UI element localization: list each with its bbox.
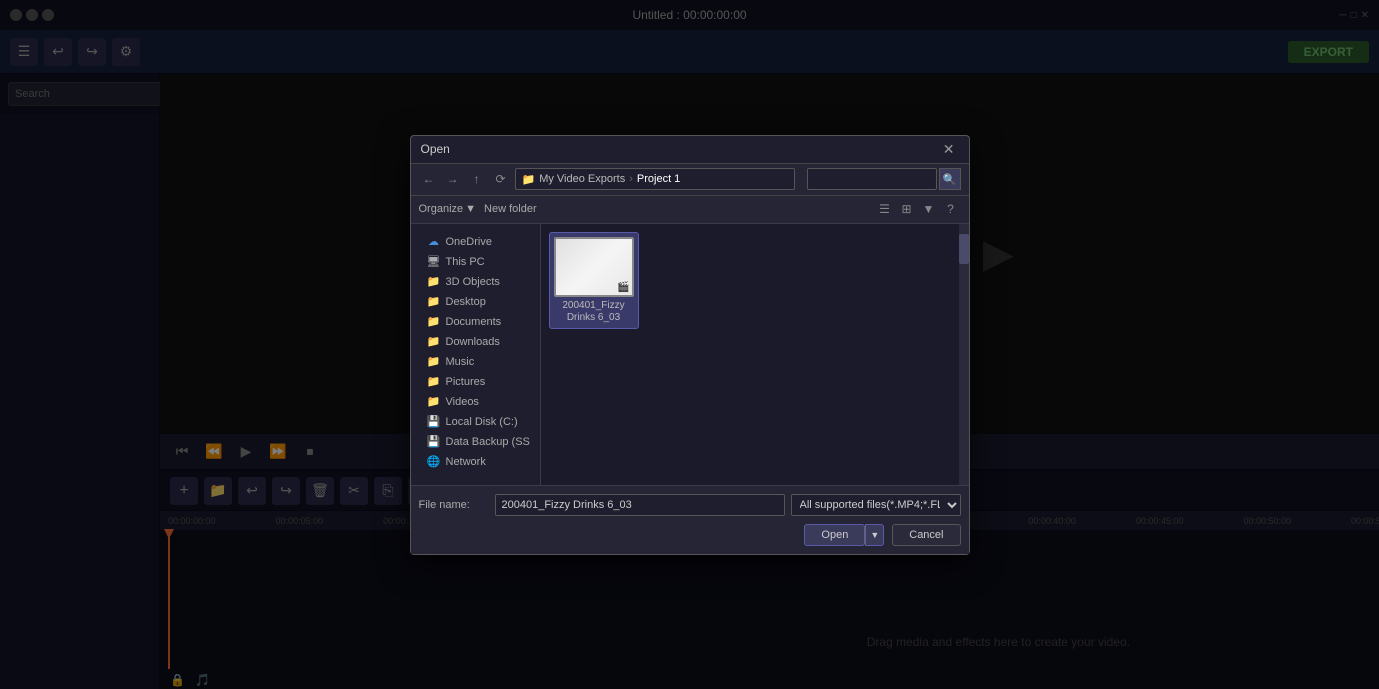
nav-up-button[interactable]: ↑ xyxy=(467,169,487,189)
dialog-search-button[interactable]: 🔍 xyxy=(939,168,961,190)
view-buttons: ☰ ⊞ ▼ ? xyxy=(875,199,961,219)
databackup-icon: 💾 xyxy=(427,435,441,449)
file-area-container: 🎬 200401_FizzyDrinks 6_03 xyxy=(541,224,969,485)
sidebar-item-videos-label: Videos xyxy=(446,396,479,408)
film-strip-icon: 🎬 xyxy=(617,282,629,293)
documents-icon: 📁 xyxy=(427,315,441,329)
pictures-icon: 📁 xyxy=(427,375,441,389)
thispc-icon: 🖥 xyxy=(427,255,441,269)
sidebar-item-music[interactable]: 📁 Music xyxy=(411,352,540,372)
view-help-button[interactable]: ? xyxy=(941,199,961,219)
sidebar-section-main: ☁ OneDrive 🖥 This PC 📁 3D Objects 📁 Desk… xyxy=(411,230,540,474)
view-options-button[interactable]: ▼ xyxy=(919,199,939,219)
dialog-body: ☁ OneDrive 🖥 This PC 📁 3D Objects 📁 Desk… xyxy=(411,224,969,485)
filename-input[interactable] xyxy=(495,494,785,516)
breadcrumb: 📁 My Video Exports › Project 1 xyxy=(515,168,795,190)
dialog-actions: Open ▼ Cancel xyxy=(419,524,961,546)
desktop-icon: 📁 xyxy=(427,295,441,309)
sidebar-item-localdisk[interactable]: 💾 Local Disk (C:) xyxy=(411,412,540,432)
file-thumbnail-fizzy-drinks: 🎬 xyxy=(554,237,634,297)
new-folder-button[interactable]: New folder xyxy=(484,203,537,215)
dialog-search-input[interactable] xyxy=(807,168,937,190)
network-icon: 🌐 xyxy=(427,455,441,469)
sidebar-item-thispc-label: This PC xyxy=(446,256,485,268)
dialog-overlay: Open ✕ ← → ↑ ⟳ 📁 My Video Exports › Proj… xyxy=(0,0,1379,689)
breadcrumb-root: My Video Exports xyxy=(539,173,625,185)
sidebar-item-pictures[interactable]: 📁 Pictures xyxy=(411,372,540,392)
organize-arrow-icon: ▼ xyxy=(465,203,476,215)
filetype-select[interactable]: All supported files(*.MP4;*.FLV; All fil… xyxy=(791,494,961,516)
sidebar-item-thispc[interactable]: 🖥 This PC xyxy=(411,252,540,272)
sidebar-item-network-label: Network xyxy=(446,456,486,468)
filename-row: File name: All supported files(*.MP4;*.F… xyxy=(419,494,961,516)
downloads-icon: 📁 xyxy=(427,335,441,349)
open-arrow-button[interactable]: ▼ xyxy=(865,524,884,546)
organize-label: Organize xyxy=(419,203,464,215)
dialog-files: 🎬 200401_FizzyDrinks 6_03 xyxy=(541,224,959,485)
sidebar-item-videos[interactable]: 📁 Videos xyxy=(411,392,540,412)
sidebar-item-network[interactable]: 🌐 Network xyxy=(411,452,540,472)
videos-icon: 📁 xyxy=(427,395,441,409)
sidebar-item-desktop-label: Desktop xyxy=(446,296,486,308)
organize-button[interactable]: Organize ▼ xyxy=(419,203,477,215)
dialog-nav: ← → ↑ ⟳ 📁 My Video Exports › Project 1 🔍 xyxy=(411,164,969,196)
sidebar-item-documents-label: Documents xyxy=(446,316,502,328)
nav-recent-button[interactable]: ⟳ xyxy=(491,169,511,189)
open-dialog: Open ✕ ← → ↑ ⟳ 📁 My Video Exports › Proj… xyxy=(410,135,970,555)
sidebar-item-databackup[interactable]: 💾 Data Backup (SS xyxy=(411,432,540,452)
dialog-titlebar: Open ✕ xyxy=(411,136,969,164)
dialog-close-button[interactable]: ✕ xyxy=(939,139,959,160)
dialog-scrollbar[interactable] xyxy=(959,224,969,485)
localdisk-icon: 💾 xyxy=(427,415,441,429)
nav-forward-button[interactable]: → xyxy=(443,169,463,189)
dialog-organize-toolbar: Organize ▼ New folder ☰ ⊞ ▼ ? xyxy=(411,196,969,224)
dialog-bottom: File name: All supported files(*.MP4;*.F… xyxy=(411,485,969,554)
breadcrumb-sep-1: › xyxy=(629,173,633,185)
music-icon: 📁 xyxy=(427,355,441,369)
sidebar-item-3dobjects[interactable]: 📁 3D Objects xyxy=(411,272,540,292)
sidebar-item-documents[interactable]: 📁 Documents xyxy=(411,312,540,332)
sidebar-item-pictures-label: Pictures xyxy=(446,376,486,388)
nav-back-button[interactable]: ← xyxy=(419,169,439,189)
file-name-fizzy-drinks: 200401_FizzyDrinks 6_03 xyxy=(562,300,624,324)
sidebar-item-desktop[interactable]: 📁 Desktop xyxy=(411,292,540,312)
open-button-group: Open ▼ xyxy=(804,524,884,546)
sidebar-item-music-label: Music xyxy=(446,356,475,368)
sidebar-item-databackup-label: Data Backup (SS xyxy=(446,436,530,448)
sidebar-item-onedrive[interactable]: ☁ OneDrive xyxy=(411,232,540,252)
sidebar-item-onedrive-label: OneDrive xyxy=(446,236,492,248)
open-button[interactable]: Open xyxy=(804,524,865,546)
sidebar-item-downloads[interactable]: 📁 Downloads xyxy=(411,332,540,352)
view-grid-button[interactable]: ⊞ xyxy=(897,199,917,219)
sidebar-item-downloads-label: Downloads xyxy=(446,336,500,348)
breadcrumb-icon: 📁 xyxy=(522,173,536,186)
sidebar-item-3dobjects-label: 3D Objects xyxy=(446,276,500,288)
dialog-sidebar: ☁ OneDrive 🖥 This PC 📁 3D Objects 📁 Desk… xyxy=(411,224,541,485)
view-list-button[interactable]: ☰ xyxy=(875,199,895,219)
breadcrumb-current: Project 1 xyxy=(637,173,680,185)
sidebar-item-localdisk-label: Local Disk (C:) xyxy=(446,416,518,428)
3dobjects-icon: 📁 xyxy=(427,275,441,289)
file-grid: 🎬 200401_FizzyDrinks 6_03 xyxy=(549,232,951,329)
onedrive-icon: ☁ xyxy=(427,235,441,249)
dialog-title: Open xyxy=(421,142,450,156)
file-item-fizzy-drinks[interactable]: 🎬 200401_FizzyDrinks 6_03 xyxy=(549,232,639,329)
filename-label: File name: xyxy=(419,499,489,511)
cancel-button[interactable]: Cancel xyxy=(892,524,960,546)
scroll-thumb[interactable] xyxy=(959,234,969,264)
